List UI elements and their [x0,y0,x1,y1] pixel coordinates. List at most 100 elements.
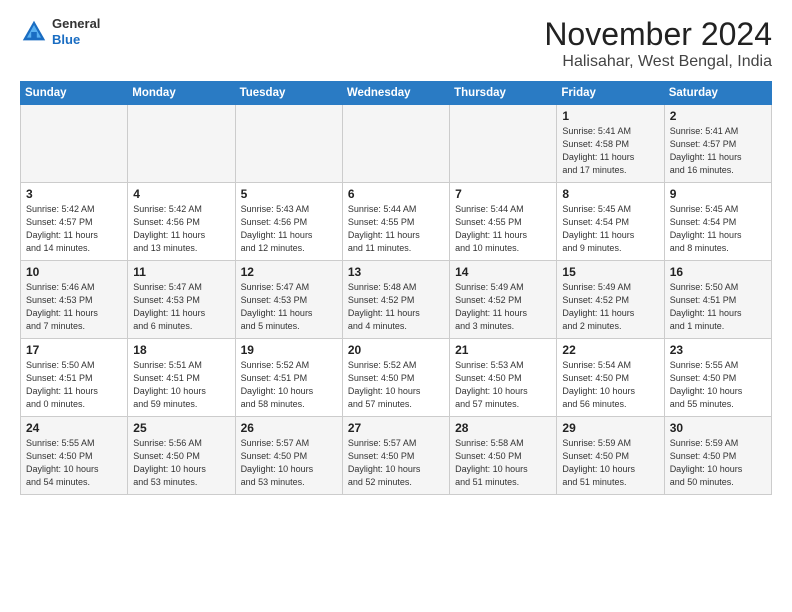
day-number: 24 [26,421,122,435]
day-cell: 6 Sunrise: 5:44 AM Sunset: 4:55 PM Daylig… [342,183,449,261]
week-row-3: 10 Sunrise: 5:46 AM Sunset: 4:53 PM Dayli… [21,261,772,339]
day-cell: 25Sunrise: 5:56 AM Sunset: 4:50 PM Dayli… [128,417,235,495]
day-cell: 17 Sunrise: 5:50 AM Sunset: 4:51 PM Dayli… [21,339,128,417]
day-cell: 23 Sunrise: 5:55 AM Sunset: 4:50 PM Dayli… [664,339,771,417]
day-info: Sunrise: 5:52 AM Sunset: 4:51 PM Dayligh… [241,359,337,411]
day-info: Sunrise: 5:50 AM Sunset: 4:51 PM Dayligh… [26,359,122,411]
day-number: 16 [670,265,766,279]
logo-general: General [52,16,100,32]
day-info: Sunrise: 5:48 AM Sunset: 4:52 PM Dayligh… [348,281,444,333]
day-number: 27 [348,421,444,435]
day-info: Sunrise: 5:59 AM Sunset: 4:50 PM Dayligh… [562,437,658,489]
day-number: 9 [670,187,766,201]
title-area: November 2024 Halisahar, West Bengal, In… [544,16,772,71]
day-cell: 30Sunrise: 5:59 AM Sunset: 4:50 PM Dayli… [664,417,771,495]
day-info: Sunrise: 5:51 AM Sunset: 4:51 PM Dayligh… [133,359,229,411]
day-info: Sunrise: 5:43 AM Sunset: 4:56 PM Dayligh… [241,203,337,255]
col-header-monday: Monday [128,82,235,105]
day-number: 23 [670,343,766,357]
day-info: Sunrise: 5:52 AM Sunset: 4:50 PM Dayligh… [348,359,444,411]
logo-text: General Blue [52,16,100,47]
day-cell: 19 Sunrise: 5:52 AM Sunset: 4:51 PM Dayli… [235,339,342,417]
day-cell: 8Sunrise: 5:45 AM Sunset: 4:54 PM Daylig… [557,183,664,261]
day-cell: 5 Sunrise: 5:43 AM Sunset: 4:56 PM Daylig… [235,183,342,261]
week-row-1: 1 Sunrise: 5:41 AM Sunset: 4:58 PM Daylig… [21,105,772,183]
day-cell: 28 Sunrise: 5:58 AM Sunset: 4:50 PM Dayli… [450,417,557,495]
day-number: 22 [562,343,658,357]
header: General Blue November 2024 Halisahar, We… [20,16,772,71]
day-cell: 7 Sunrise: 5:44 AM Sunset: 4:55 PM Daylig… [450,183,557,261]
day-number: 1 [562,109,658,123]
day-info: Sunrise: 5:44 AM Sunset: 4:55 PM Dayligh… [455,203,551,255]
day-info: Sunrise: 5:45 AM Sunset: 4:54 PM Dayligh… [670,203,766,255]
day-number: 18 [133,343,229,357]
day-cell: 18 Sunrise: 5:51 AM Sunset: 4:51 PM Dayli… [128,339,235,417]
day-info: Sunrise: 5:58 AM Sunset: 4:50 PM Dayligh… [455,437,551,489]
day-number: 28 [455,421,551,435]
day-number: 6 [348,187,444,201]
day-number: 15 [562,265,658,279]
day-info: Sunrise: 5:50 AM Sunset: 4:51 PM Dayligh… [670,281,766,333]
day-number: 10 [26,265,122,279]
day-number: 3 [26,187,122,201]
header-row: SundayMondayTuesdayWednesdayThursdayFrid… [21,82,772,105]
day-cell: 16 Sunrise: 5:50 AM Sunset: 4:51 PM Dayli… [664,261,771,339]
day-number: 30 [670,421,766,435]
day-cell: 9 Sunrise: 5:45 AM Sunset: 4:54 PM Daylig… [664,183,771,261]
day-number: 12 [241,265,337,279]
day-info: Sunrise: 5:47 AM Sunset: 4:53 PM Dayligh… [133,281,229,333]
location: Halisahar, West Bengal, India [544,53,772,71]
day-cell: 21 Sunrise: 5:53 AM Sunset: 4:50 PM Dayli… [450,339,557,417]
day-cell: 1 Sunrise: 5:41 AM Sunset: 4:58 PM Daylig… [557,105,664,183]
day-cell: 11 Sunrise: 5:47 AM Sunset: 4:53 PM Dayli… [128,261,235,339]
day-info: Sunrise: 5:47 AM Sunset: 4:53 PM Dayligh… [241,281,337,333]
day-number: 26 [241,421,337,435]
day-number: 29 [562,421,658,435]
col-header-saturday: Saturday [664,82,771,105]
day-info: Sunrise: 5:41 AM Sunset: 4:58 PM Dayligh… [562,125,658,177]
col-header-tuesday: Tuesday [235,82,342,105]
day-number: 13 [348,265,444,279]
day-cell: 3Sunrise: 5:42 AM Sunset: 4:57 PM Daylig… [21,183,128,261]
day-cell: 27 Sunrise: 5:57 AM Sunset: 4:50 PM Dayli… [342,417,449,495]
day-info: Sunrise: 5:49 AM Sunset: 4:52 PM Dayligh… [455,281,551,333]
day-cell: 24 Sunrise: 5:55 AM Sunset: 4:50 PM Dayli… [21,417,128,495]
day-cell: 22 Sunrise: 5:54 AM Sunset: 4:50 PM Dayli… [557,339,664,417]
day-info: Sunrise: 5:42 AM Sunset: 4:56 PM Dayligh… [133,203,229,255]
day-info: Sunrise: 5:41 AM Sunset: 4:57 PM Dayligh… [670,125,766,177]
day-info: Sunrise: 5:55 AM Sunset: 4:50 PM Dayligh… [26,437,122,489]
day-info: Sunrise: 5:55 AM Sunset: 4:50 PM Dayligh… [670,359,766,411]
month-title: November 2024 [544,16,772,53]
day-number: 11 [133,265,229,279]
day-info: Sunrise: 5:57 AM Sunset: 4:50 PM Dayligh… [348,437,444,489]
day-cell: 29 Sunrise: 5:59 AM Sunset: 4:50 PM Dayli… [557,417,664,495]
col-header-sunday: Sunday [21,82,128,105]
day-number: 21 [455,343,551,357]
day-cell: 14 Sunrise: 5:49 AM Sunset: 4:52 PM Dayli… [450,261,557,339]
day-cell: 10 Sunrise: 5:46 AM Sunset: 4:53 PM Dayli… [21,261,128,339]
day-info: Sunrise: 5:56 AM Sunset: 4:50 PM Dayligh… [133,437,229,489]
day-number: 19 [241,343,337,357]
day-info: Sunrise: 5:54 AM Sunset: 4:50 PM Dayligh… [562,359,658,411]
day-cell [21,105,128,183]
day-number: 5 [241,187,337,201]
day-cell: 20 Sunrise: 5:52 AM Sunset: 4:50 PM Dayli… [342,339,449,417]
day-cell: 15Sunrise: 5:49 AM Sunset: 4:52 PM Dayli… [557,261,664,339]
day-cell [128,105,235,183]
day-info: Sunrise: 5:57 AM Sunset: 4:50 PM Dayligh… [241,437,337,489]
day-cell: 2Sunrise: 5:41 AM Sunset: 4:57 PM Daylig… [664,105,771,183]
day-number: 14 [455,265,551,279]
day-info: Sunrise: 5:46 AM Sunset: 4:53 PM Dayligh… [26,281,122,333]
logo-blue: Blue [52,32,100,48]
day-number: 17 [26,343,122,357]
col-header-thursday: Thursday [450,82,557,105]
day-info: Sunrise: 5:44 AM Sunset: 4:55 PM Dayligh… [348,203,444,255]
day-info: Sunrise: 5:53 AM Sunset: 4:50 PM Dayligh… [455,359,551,411]
day-number: 7 [455,187,551,201]
day-cell: 13 Sunrise: 5:48 AM Sunset: 4:52 PM Dayli… [342,261,449,339]
day-cell: 12 Sunrise: 5:47 AM Sunset: 4:53 PM Dayli… [235,261,342,339]
day-number: 20 [348,343,444,357]
day-cell: 26 Sunrise: 5:57 AM Sunset: 4:50 PM Dayli… [235,417,342,495]
col-header-friday: Friday [557,82,664,105]
week-row-4: 17 Sunrise: 5:50 AM Sunset: 4:51 PM Dayli… [21,339,772,417]
